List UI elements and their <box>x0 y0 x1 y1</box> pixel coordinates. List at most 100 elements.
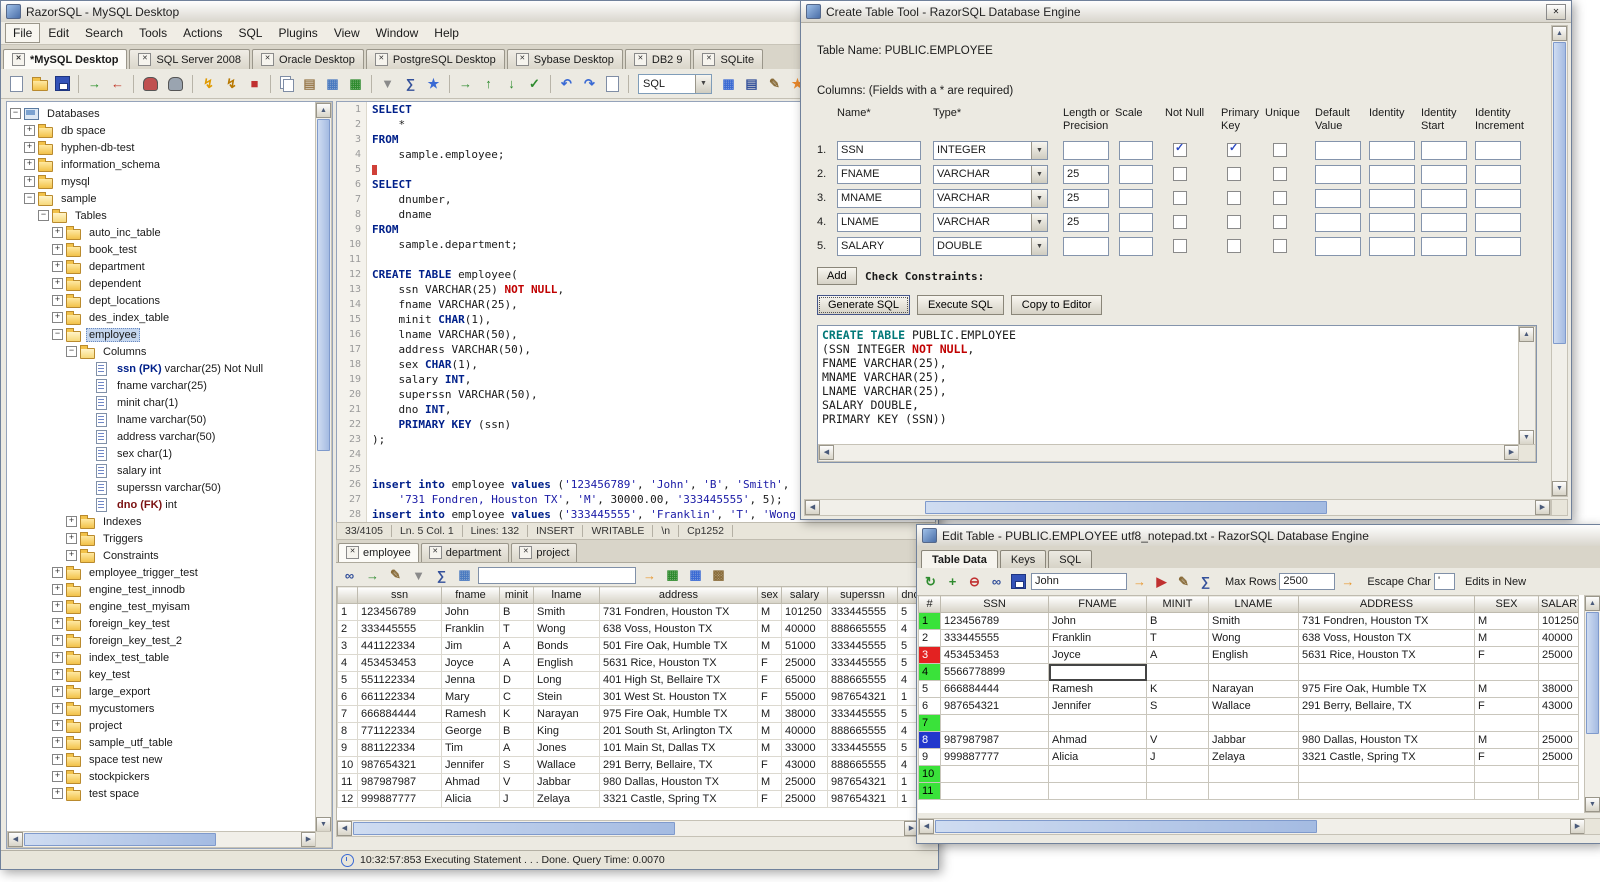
column-header[interactable]: ssn <box>357 586 442 604</box>
connection-tab[interactable]: ✕ DB2 9 <box>624 49 692 70</box>
window-vertical-scrollbar[interactable]: ▲ ▼ <box>1551 25 1568 497</box>
filter-icon[interactable]: ▼ <box>378 74 397 93</box>
tab-table-data[interactable]: Table Data <box>921 550 998 570</box>
cell[interactable]: Franklin <box>1048 629 1147 647</box>
column-header[interactable]: sex <box>757 586 782 604</box>
not-null-checkbox[interactable] <box>1173 167 1187 181</box>
column-header[interactable]: fname <box>441 586 500 604</box>
add-column-button[interactable]: Add <box>817 267 857 285</box>
tree-expand-icon[interactable]: + <box>52 686 63 697</box>
tree-expand-icon[interactable]: + <box>52 720 63 731</box>
tree-item[interactable]: dno (FK) int <box>8 496 316 513</box>
result-tab[interactable]: ✕ employee <box>338 543 419 562</box>
tree-item[interactable]: + test space <box>8 785 316 802</box>
cell[interactable]: 101 Main St, Dallas TX <box>599 739 758 757</box>
row-number[interactable]: 8 <box>337 722 358 740</box>
cell[interactable]: 638 Voss, Houston TX <box>599 620 758 638</box>
cell[interactable]: Stein <box>533 688 600 706</box>
cell[interactable]: M <box>757 739 782 757</box>
identity-input[interactable] <box>1369 189 1415 208</box>
tree-collapse-icon[interactable]: − <box>24 193 35 204</box>
cell[interactable]: Tim <box>441 739 500 757</box>
sum-icon[interactable]: ∑ <box>432 566 451 585</box>
cell[interactable] <box>1474 714 1539 732</box>
tree-item[interactable]: + mycustomers <box>8 700 316 717</box>
tree-item[interactable]: + department <box>8 258 316 275</box>
edit-results-icon[interactable]: ▩ <box>709 566 728 585</box>
cell[interactable] <box>940 782 1049 800</box>
cell[interactable]: John <box>441 603 500 621</box>
tree-expand-icon[interactable]: + <box>52 703 63 714</box>
table-row[interactable]: 8 987987987 Ahmad V Jabbar 980 Dallas, Housto… <box>918 731 1579 749</box>
tree-collapse-icon[interactable]: − <box>10 108 21 119</box>
results-search-input[interactable] <box>478 566 636 584</box>
cell[interactable]: C <box>499 688 534 706</box>
go-icon[interactable]: → <box>456 74 475 93</box>
cell[interactable]: 40000 <box>781 620 828 638</box>
edit-horizontal-scrollbar[interactable]: ◀ ▶ <box>918 818 1586 835</box>
cell[interactable]: M <box>1474 731 1539 749</box>
cell[interactable]: 980 Dallas, Houston TX <box>1298 731 1475 749</box>
identity-input[interactable] <box>1369 165 1415 184</box>
describe-table-icon[interactable]: ▦ <box>323 74 342 93</box>
scroll-thumb[interactable] <box>1586 612 1599 734</box>
cell[interactable]: M <box>757 637 782 655</box>
tree-item[interactable]: fname varchar(25) <box>8 377 316 394</box>
scroll-thumb[interactable] <box>935 820 1317 833</box>
table-row[interactable]: 5 551122334 Jenna D Long 401 High St, Bellair… <box>337 671 920 689</box>
column-header[interactable]: salary <box>781 586 828 604</box>
column-header[interactable]: SSN <box>940 595 1049 613</box>
edit-table-icon[interactable]: ✎ <box>765 74 784 93</box>
cell[interactable]: M <box>1474 680 1539 698</box>
length-input[interactable]: 25 <box>1063 189 1109 208</box>
cell[interactable]: S <box>1146 697 1209 715</box>
tree-item[interactable]: + Indexes <box>8 513 316 530</box>
title-bar[interactable]: RazorSQL - MySQL Desktop <box>1 1 938 23</box>
add-row-icon[interactable]: + <box>943 572 962 591</box>
close-icon[interactable]: ✕ <box>1546 3 1566 20</box>
cell[interactable]: Jennifer <box>441 756 500 774</box>
tree-item[interactable]: + dependent <box>8 275 316 292</box>
scroll-left-icon[interactable]: ◀ <box>819 445 834 460</box>
cell[interactable]: F <box>757 654 782 672</box>
cell[interactable]: F <box>757 756 782 774</box>
undo-icon[interactable]: ↶ <box>557 74 576 93</box>
cell[interactable]: 881122334 <box>357 739 442 757</box>
column-type-select[interactable]: DOUBLE ▼ <box>933 237 1048 256</box>
cell[interactable]: 441122334 <box>357 637 442 655</box>
cell[interactable]: 3321 Castle, Spring TX <box>599 790 758 808</box>
tree-expand-icon[interactable]: + <box>24 142 35 153</box>
connection-tab[interactable]: ✕ Sybase Desktop <box>506 49 623 70</box>
tree-item[interactable]: − sample <box>8 190 316 207</box>
cell[interactable]: 25000 <box>781 773 828 791</box>
tree-expand-icon[interactable]: + <box>24 125 35 136</box>
cell[interactable]: M <box>757 620 782 638</box>
cell[interactable] <box>1538 714 1579 732</box>
column-header[interactable]: # <box>918 595 941 613</box>
cell[interactable]: 731 Fondren, Houston TX <box>1298 612 1475 630</box>
table-row[interactable]: 10 <box>918 765 1579 783</box>
tree-item[interactable]: + des_index_table <box>8 309 316 326</box>
tree-expand-icon[interactable]: + <box>52 771 63 782</box>
tree-expand-icon[interactable]: + <box>52 312 63 323</box>
cell[interactable]: 987654321 <box>940 697 1049 715</box>
tree-item[interactable]: + project <box>8 717 316 734</box>
table-row[interactable]: 11 <box>918 782 1579 800</box>
connection-tab[interactable]: ✕ SQLite <box>693 49 764 70</box>
tree-item[interactable]: + space test new <box>8 751 316 768</box>
row-number[interactable]: 2 <box>918 629 941 647</box>
row-number[interactable]: 9 <box>918 748 941 766</box>
cell[interactable]: S <box>499 756 534 774</box>
cell[interactable]: T <box>1146 629 1209 647</box>
cell[interactable] <box>1208 782 1299 800</box>
default-value-input[interactable] <box>1315 165 1361 184</box>
cell[interactable]: K <box>499 705 534 723</box>
result-tab[interactable]: ✕ project <box>511 543 578 562</box>
scale-input[interactable] <box>1119 237 1153 256</box>
not-null-checkbox[interactable] <box>1173 191 1187 205</box>
cell[interactable]: 333445555 <box>827 637 898 655</box>
identity-start-input[interactable] <box>1421 189 1467 208</box>
tree-item[interactable]: − Columns <box>8 343 316 360</box>
cell[interactable]: 5631 Rice, Houston TX <box>599 654 758 672</box>
connections-icon[interactable]: ▦ <box>719 74 738 93</box>
